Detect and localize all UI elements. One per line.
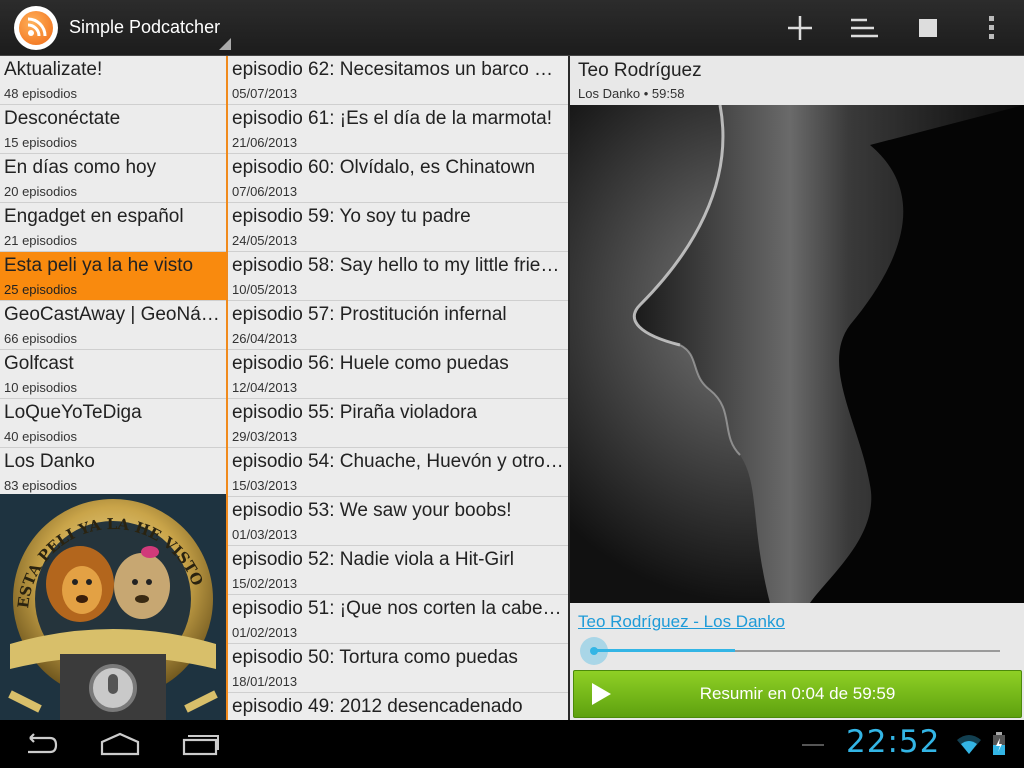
episode-item-title: episodio 59: Yo soy tu padre bbox=[232, 206, 471, 227]
podcast-name: Los Danko bbox=[4, 451, 95, 472]
podcast-name: GeoCastAway | GeoNá… bbox=[4, 304, 220, 325]
episode-item-title: episodio 51: ¡Que nos corten la cabe… bbox=[232, 598, 562, 619]
podcast-item[interactable]: GeoCastAway | GeoNá… 66 episodios bbox=[0, 301, 226, 350]
resume-button[interactable]: Resumir en 0:04 de 59:59 bbox=[573, 670, 1022, 718]
seek-bar-progress bbox=[592, 649, 735, 652]
episode-item-date: 01/02/2013 bbox=[232, 625, 298, 640]
player-panel: Teo Rodríguez Los Danko • 59:58 Teo Rodr… bbox=[570, 56, 1024, 720]
back-icon[interactable] bbox=[18, 730, 62, 758]
episode-item-title: episodio 50: Tortura como puedas bbox=[232, 647, 518, 668]
app-logo-icon[interactable] bbox=[14, 6, 58, 50]
notification-dash-icon bbox=[802, 744, 824, 746]
spinner-indicator-icon bbox=[219, 38, 231, 50]
episode-subtitle: Los Danko • 59:58 bbox=[578, 86, 685, 101]
episode-item[interactable]: episodio 52: Nadie viola a Hit-Girl 15/02… bbox=[228, 546, 568, 595]
system-navigation-bar: 22:52 bbox=[0, 720, 1024, 768]
podcast-item[interactable]: Engadget en español 21 episodios bbox=[0, 203, 226, 252]
episode-item-date: 07/06/2013 bbox=[232, 184, 298, 199]
episode-item-date: 26/04/2013 bbox=[232, 331, 298, 346]
podcast-episode-count: 83 episodios bbox=[4, 478, 77, 493]
episode-item-date: 29/03/2013 bbox=[232, 429, 298, 444]
episode-item-title: episodio 61: ¡Es el día de la marmota! bbox=[232, 108, 553, 129]
wifi-icon bbox=[956, 732, 982, 761]
podcast-list: Aktualizate! 48 episodios Desconéctate 15 e… bbox=[0, 56, 226, 720]
action-bar: Simple Podcatcher bbox=[0, 0, 1024, 56]
podcast-name: Engadget en español bbox=[4, 206, 184, 227]
episode-item-date: 15/02/2013 bbox=[232, 576, 298, 591]
podcast-item[interactable]: En días como hoy 20 episodios bbox=[0, 154, 226, 203]
podcast-name: LoQueYoTeDiga bbox=[4, 402, 142, 423]
podcast-episode-count: 48 episodios bbox=[4, 86, 77, 101]
episode-item-title: episodio 57: Prostitución infernal bbox=[232, 304, 507, 325]
episode-item[interactable]: episodio 58: Say hello to my little frie… bbox=[228, 252, 568, 301]
overflow-menu-icon[interactable] bbox=[976, 12, 1008, 44]
podcast-episode-count: 21 episodios bbox=[4, 233, 77, 248]
episode-item[interactable]: episodio 49: 2012 desencadenado bbox=[228, 693, 568, 720]
episode-list[interactable]: episodio 62: Necesitamos un barco … 05/07… bbox=[228, 56, 568, 720]
episode-item-title: episodio 53: We saw your boobs! bbox=[232, 500, 512, 521]
sort-icon[interactable] bbox=[848, 12, 880, 44]
battery-icon bbox=[992, 732, 1006, 761]
episode-item[interactable]: episodio 51: ¡Que nos corten la cabe… 01/… bbox=[228, 595, 568, 644]
stop-icon[interactable] bbox=[912, 12, 944, 44]
episode-item-date: 01/03/2013 bbox=[232, 527, 298, 542]
episode-item-date: 12/04/2013 bbox=[232, 380, 298, 395]
app-title[interactable]: Simple Podcatcher bbox=[69, 17, 220, 38]
episode-item[interactable]: episodio 56: Huele como puedas 12/04/2013 bbox=[228, 350, 568, 399]
podcast-item[interactable]: LoQueYoTeDiga 40 episodios bbox=[0, 399, 226, 448]
podcast-name: Esta peli ya la he visto bbox=[4, 255, 194, 276]
podcast-episode-count: 66 episodios bbox=[4, 331, 77, 346]
episode-item[interactable]: episodio 59: Yo soy tu padre 24/05/2013 bbox=[228, 203, 568, 252]
episode-item-date: 05/07/2013 bbox=[232, 86, 298, 101]
podcast-name: Golfcast bbox=[4, 353, 74, 374]
podcast-episode-count: 10 episodios bbox=[4, 380, 77, 395]
episode-item-title: episodio 49: 2012 desencadenado bbox=[232, 696, 523, 717]
episode-item[interactable]: episodio 60: Olvídalo, es Chinatown 07/06… bbox=[228, 154, 568, 203]
episode-item[interactable]: episodio 54: Chuache, Huevón y otro… 15/0… bbox=[228, 448, 568, 497]
home-icon[interactable] bbox=[98, 730, 142, 758]
clock[interactable]: 22:52 bbox=[846, 724, 940, 760]
podcast-episode-count: 25 episodios bbox=[4, 282, 77, 297]
podcast-name: Desconéctate bbox=[4, 108, 121, 129]
podcast-item[interactable]: Esta peli ya la he visto 25 episodios bbox=[0, 252, 226, 301]
episode-item[interactable]: episodio 62: Necesitamos un barco … 05/07… bbox=[228, 56, 568, 105]
episode-item-title: episodio 58: Say hello to my little frie… bbox=[232, 255, 560, 276]
episode-item-date: 15/03/2013 bbox=[232, 478, 298, 493]
podcast-item[interactable]: Golfcast 10 episodios bbox=[0, 350, 226, 399]
episode-item-title: episodio 56: Huele como puedas bbox=[232, 353, 509, 374]
episode-item-title: episodio 60: Olvídalo, es Chinatown bbox=[232, 157, 536, 178]
episode-item-date: 10/05/2013 bbox=[232, 282, 298, 297]
podcast-name: En días como hoy bbox=[4, 157, 157, 178]
episode-item[interactable]: episodio 57: Prostitución infernal 26/04/… bbox=[228, 301, 568, 350]
episode-item-date: 24/05/2013 bbox=[232, 233, 298, 248]
episode-image bbox=[570, 105, 1024, 603]
episode-item-title: episodio 54: Chuache, Huevón y otro… bbox=[232, 451, 564, 472]
podcast-item[interactable]: Desconéctate 15 episodios bbox=[0, 105, 226, 154]
seek-bar-thumb[interactable] bbox=[580, 637, 608, 665]
resume-button-label: Resumir en 0:04 de 59:59 bbox=[699, 684, 896, 703]
episode-item-title: episodio 62: Necesitamos un barco … bbox=[232, 59, 554, 80]
episode-item-date: 18/01/2013 bbox=[232, 674, 298, 689]
episode-link[interactable]: Teo Rodríguez - Los Danko bbox=[578, 612, 785, 632]
episode-item[interactable]: episodio 61: ¡Es el día de la marmota! 21… bbox=[228, 105, 568, 154]
episode-item-title: episodio 55: Piraña violadora bbox=[232, 402, 478, 423]
podcast-name: Aktualizate! bbox=[4, 59, 103, 80]
podcast-artwork: ESTA PELI YA LA HE VISTO bbox=[0, 494, 226, 720]
recent-apps-icon[interactable] bbox=[178, 730, 222, 758]
podcast-item[interactable]: Los Danko 83 episodios bbox=[0, 448, 226, 497]
episode-item[interactable]: episodio 53: We saw your boobs! 01/03/201… bbox=[228, 497, 568, 546]
podcast-item[interactable]: Aktualizate! 48 episodios bbox=[0, 56, 226, 105]
episode-item[interactable]: episodio 50: Tortura como puedas 18/01/20… bbox=[228, 644, 568, 693]
episode-title: Teo Rodríguez bbox=[578, 60, 702, 81]
podcast-episode-count: 15 episodios bbox=[4, 135, 77, 150]
plus-icon[interactable] bbox=[784, 12, 816, 44]
podcast-episode-count: 40 episodios bbox=[4, 429, 77, 444]
episode-item-date: 21/06/2013 bbox=[232, 135, 298, 150]
episode-item[interactable]: episodio 55: Piraña violadora 29/03/2013 bbox=[228, 399, 568, 448]
episode-item-title: episodio 52: Nadie viola a Hit-Girl bbox=[232, 549, 514, 570]
podcast-episode-count: 20 episodios bbox=[4, 184, 77, 199]
